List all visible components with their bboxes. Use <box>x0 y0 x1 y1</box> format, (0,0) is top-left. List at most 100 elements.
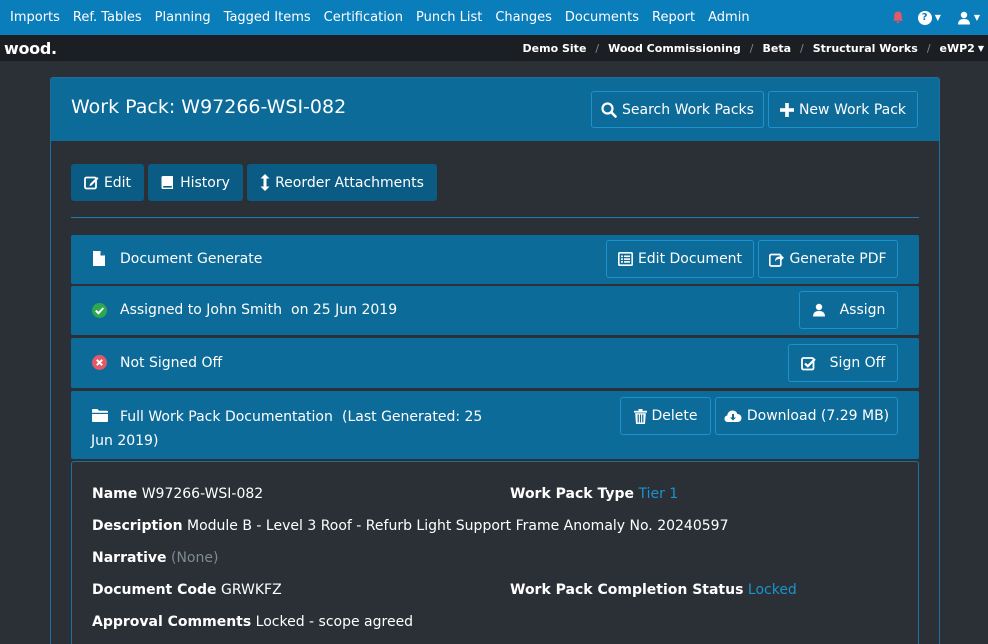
history-button[interactable]: History <box>148 164 243 201</box>
edit-button[interactable]: Edit <box>71 164 144 201</box>
check-square-icon <box>800 356 816 370</box>
trash-icon <box>633 408 647 424</box>
edit-icon <box>84 176 99 190</box>
search-work-packs-button[interactable]: Search Work Packs <box>591 91 764 128</box>
breadcrumb-separator: / <box>926 41 931 55</box>
nav-documents[interactable]: Documents <box>565 10 639 25</box>
file-icon <box>93 251 105 266</box>
assign-label: Assign <box>839 302 886 318</box>
full-documentation-row: Full Work Pack Documentation (Last Gener… <box>71 391 919 459</box>
history-label: History <box>180 174 230 191</box>
folder-icon <box>92 409 108 422</box>
cloud-download-icon <box>724 410 742 422</box>
download-button[interactable]: Download (7.29 MB) <box>715 397 898 435</box>
arrows-vertical-icon <box>260 174 270 191</box>
nav-punch-list[interactable]: Punch List <box>416 10 482 25</box>
document-code-label: Document Code <box>92 582 217 598</box>
chevron-down-icon[interactable]: ▼ <box>978 44 984 53</box>
approval-comments-field: Approval Comments Locked - scope agreed <box>92 614 413 630</box>
user-icon <box>957 11 970 24</box>
assigned-row: Assigned to John Smith on 25 Jun 2019 As… <box>71 286 919 335</box>
help-menu[interactable]: ? ▼ <box>917 10 941 25</box>
approval-comments-value: Locked - scope agreed <box>255 614 414 630</box>
delete-label: Delete <box>651 408 698 424</box>
nav-admin[interactable]: Admin <box>708 10 749 25</box>
book-icon <box>161 176 174 189</box>
plus-icon <box>779 102 794 117</box>
reorder-attachments-button[interactable]: Reorder Attachments <box>247 164 437 201</box>
narrative-label: Narrative <box>92 550 167 566</box>
new-work-pack-button[interactable]: New Work Pack <box>768 91 918 128</box>
name-field: Name W97266-WSI-082 <box>92 486 263 502</box>
nav-report[interactable]: Report <box>652 10 695 25</box>
document-code-field: Document Code GRWKFZ <box>92 582 282 598</box>
description-label: Description <box>92 518 183 534</box>
document-code-value: GRWKFZ <box>220 582 282 598</box>
document-generate-label: Document Generate <box>120 251 263 267</box>
logo[interactable]: wood. <box>4 39 57 58</box>
breadcrumb-item[interactable]: eWP2 <box>940 42 975 55</box>
completion-status-value[interactable]: Locked <box>748 582 797 598</box>
type-value[interactable]: Tier 1 <box>638 486 678 502</box>
nav-tagged-items[interactable]: Tagged Items <box>224 10 311 25</box>
type-field: Work Pack Type Tier 1 <box>510 486 678 502</box>
edit-document-label: Edit Document <box>637 251 743 267</box>
name-value: W97266-WSI-082 <box>141 486 264 502</box>
edit-label: Edit <box>103 174 132 191</box>
divider <box>71 217 919 218</box>
reorder-attachments-label: Reorder Attachments <box>275 174 424 191</box>
name-label: Name <box>92 486 138 502</box>
logo-text: wood <box>4 38 52 58</box>
last-generated-line1: (Last Generated: 25 <box>342 409 483 425</box>
page-title: Work Pack: W97266-WSI-082 <box>71 96 347 118</box>
narrative-field: Narrative (None) <box>92 550 218 566</box>
breadcrumb-separator: / <box>800 41 804 55</box>
sign-off-button[interactable]: Sign Off <box>788 344 898 382</box>
completion-status-field: Work Pack Completion Status Locked <box>510 582 797 598</box>
search-icon <box>601 101 617 118</box>
breadcrumb-separator: / <box>749 41 754 55</box>
generate-pdf-button[interactable]: Generate PDF <box>758 240 898 278</box>
panel-header: Work Pack: W97266-WSI-082 Search Work Pa… <box>51 78 939 141</box>
chevron-down-icon: ▼ <box>973 13 980 22</box>
nav-imports[interactable]: Imports <box>10 10 60 25</box>
top-nav: Imports Ref. Tables Planning Tagged Item… <box>0 0 988 35</box>
breadcrumb-item[interactable]: Structural Works <box>813 42 918 55</box>
edit-document-button[interactable]: Edit Document <box>606 240 754 278</box>
details-card: Name W97266-WSI-082 Work Pack Type Tier … <box>71 461 919 644</box>
signoff-row: Not Signed Off Sign Off <box>71 338 919 388</box>
nav-changes[interactable]: Changes <box>495 10 552 25</box>
last-generated-line2: Jun 2019) <box>91 433 159 449</box>
bell-icon[interactable] <box>892 11 904 24</box>
narrative-value: (None) <box>171 550 219 566</box>
list-icon <box>617 252 633 266</box>
breadcrumb-separator: / <box>595 41 600 55</box>
description-value: Module B - Level 3 Roof - Refurb Light S… <box>187 518 729 534</box>
approval-comments-label: Approval Comments <box>92 614 252 630</box>
main-menu: Imports Ref. Tables Planning Tagged Item… <box>0 0 763 35</box>
full-documentation-label: Full Work Pack Documentation <box>120 409 333 425</box>
new-work-pack-label: New Work Pack <box>798 101 907 118</box>
document-generate-row: Document Generate Edit Document Generate… <box>71 235 919 284</box>
nav-certification[interactable]: Certification <box>324 10 403 25</box>
user-menu[interactable]: ▼ <box>957 11 980 25</box>
breadcrumb-item[interactable]: Beta <box>762 42 791 55</box>
help-icon: ? <box>917 10 932 25</box>
breadcrumb-item[interactable]: Demo Site <box>523 42 587 55</box>
breadcrumb: Demo Site / Wood Commissioning / Beta / … <box>523 35 984 61</box>
sign-off-label: Sign Off <box>829 355 886 371</box>
sub-bar: wood. Demo Site / Wood Commissioning / B… <box>0 35 988 61</box>
nav-ref-tables[interactable]: Ref. Tables <box>73 10 142 25</box>
assigned-date: on 25 Jun 2019 <box>291 302 398 318</box>
check-circle-icon <box>92 303 107 318</box>
chevron-down-icon: ▼ <box>934 13 941 22</box>
delete-button[interactable]: Delete <box>620 397 711 435</box>
assign-button[interactable]: Assign <box>799 291 898 329</box>
generate-pdf-label: Generate PDF <box>789 251 887 267</box>
share-icon <box>769 253 785 267</box>
breadcrumb-item[interactable]: Wood Commissioning <box>608 42 741 55</box>
search-work-packs-label: Search Work Packs <box>622 101 754 118</box>
download-label: Download (7.29 MB) <box>746 408 890 424</box>
nav-planning[interactable]: Planning <box>155 10 211 25</box>
assigned-label: Assigned to John Smith <box>120 302 282 318</box>
